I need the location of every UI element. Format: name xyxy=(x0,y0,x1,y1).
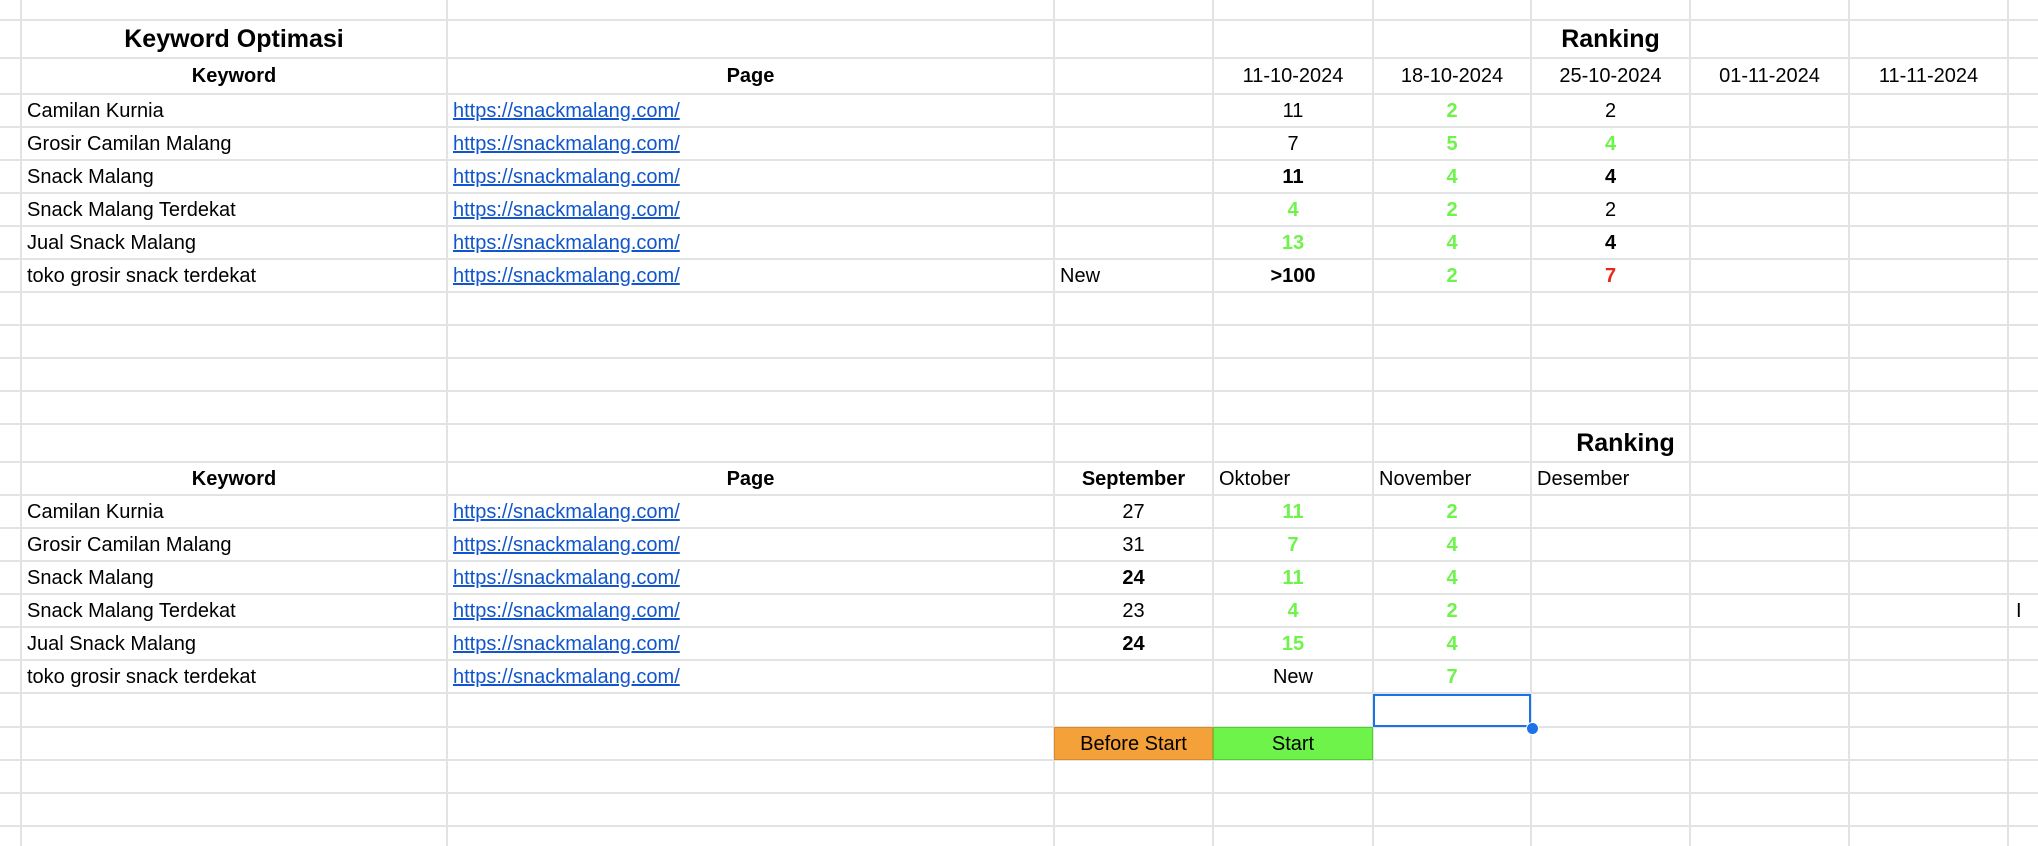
weekly-rank-cell[interactable]: 2 xyxy=(1531,94,1690,127)
weekly-rank-cell[interactable]: 11 xyxy=(1213,160,1373,193)
weekly-page-link[interactable]: https://snackmalang.com/ xyxy=(447,94,1054,127)
monthly-keyword-cell[interactable]: Grosir Camilan Malang xyxy=(21,528,447,561)
monthly-page-link[interactable]: https://snackmalang.com/ xyxy=(447,561,1054,594)
weekly-date-header[interactable]: 11-10-2024 xyxy=(1213,58,1373,94)
weekly-rank-cell[interactable]: 2 xyxy=(1373,193,1531,226)
weekly-page-link[interactable]: https://snackmalang.com/ xyxy=(447,226,1054,259)
weekly-keyword-cell[interactable]: Jual Snack Malang xyxy=(21,226,447,259)
monthly-page-link[interactable]: https://snackmalang.com/ xyxy=(447,594,1054,627)
monthly-rank-cell[interactable]: 11 xyxy=(1213,495,1373,528)
monthly-keyword-cell[interactable]: Snack Malang xyxy=(21,561,447,594)
weekly-rank-cell[interactable]: 4 xyxy=(1373,226,1531,259)
monthly-rank-cell[interactable]: 4 xyxy=(1213,594,1373,627)
weekly-keyword-header[interactable]: Keyword xyxy=(21,58,447,94)
active-cell-selection[interactable] xyxy=(1373,694,1531,727)
weekly-rank-cell[interactable]: 2 xyxy=(1531,193,1690,226)
monthly-rank-cell[interactable]: 2 xyxy=(1373,594,1531,627)
weekly-page-header[interactable]: Page xyxy=(447,58,1054,94)
grid-row-line xyxy=(0,792,2038,794)
weekly-date-header[interactable]: 18-10-2024 xyxy=(1373,58,1531,94)
weekly-keyword-cell[interactable]: Camilan Kurnia xyxy=(21,94,447,127)
weekly-rank-cell[interactable]: 7 xyxy=(1531,259,1690,292)
monthly-keyword-header[interactable]: Keyword xyxy=(21,462,447,495)
monthly-rank-cell[interactable]: 2 xyxy=(1373,495,1531,528)
weekly-rank-cell[interactable]: 7 xyxy=(1213,127,1373,160)
start-legend[interactable]: Start xyxy=(1213,727,1373,760)
grid-row-line xyxy=(0,390,2038,392)
monthly-rank-cell[interactable]: 27 xyxy=(1054,495,1213,528)
weekly-rank-cell[interactable]: 5 xyxy=(1373,127,1531,160)
monthly-page-link[interactable]: https://snackmalang.com/ xyxy=(447,627,1054,660)
monthly-rank-cell[interactable]: 7 xyxy=(1373,660,1531,693)
grid-row-line xyxy=(0,726,2038,728)
monthly-rank-cell[interactable]: 11 xyxy=(1213,561,1373,594)
weekly-rank-cell[interactable]: 2 xyxy=(1373,259,1531,292)
weekly-rank-cell[interactable]: 11 xyxy=(1213,94,1373,127)
weekly-rank-cell[interactable]: 13 xyxy=(1213,226,1373,259)
monthly-rank-cell[interactable]: 4 xyxy=(1373,528,1531,561)
monthly-page-header[interactable]: Page xyxy=(447,462,1054,495)
monthly-rank-cell[interactable]: 24 xyxy=(1054,561,1213,594)
weekly-page-link[interactable]: https://snackmalang.com/ xyxy=(447,193,1054,226)
monthly-keyword-cell[interactable]: Snack Malang Terdekat xyxy=(21,594,447,627)
weekly-keyword-cell[interactable]: Snack Malang Terdekat xyxy=(21,193,447,226)
monthly-rank-cell[interactable]: New xyxy=(1213,660,1373,693)
weekly-date-header[interactable]: 11-11-2024 xyxy=(1849,58,2008,94)
grid-row-line xyxy=(0,825,2038,827)
grid-row-line xyxy=(0,357,2038,359)
monthly-month-header[interactable]: Desember xyxy=(1531,462,1690,495)
fill-handle[interactable] xyxy=(1526,722,1539,735)
monthly-rank-cell[interactable]: 7 xyxy=(1213,528,1373,561)
weekly-table-title[interactable]: Keyword Optimasi xyxy=(21,20,447,58)
weekly-rank-cell[interactable]: 4 xyxy=(1531,226,1690,259)
weekly-keyword-cell[interactable]: toko grosir snack terdekat xyxy=(21,259,447,292)
before-start-legend[interactable]: Before Start xyxy=(1054,727,1213,760)
weekly-note-cell[interactable]: New xyxy=(1054,259,1213,292)
weekly-page-link[interactable]: https://snackmalang.com/ xyxy=(447,160,1054,193)
weekly-rank-cell[interactable]: 4 xyxy=(1373,160,1531,193)
spreadsheet-grid[interactable]: Keyword Optimasi Ranking Keyword Page 11-10-… xyxy=(0,0,2038,846)
monthly-keyword-cell[interactable]: toko grosir snack terdekat xyxy=(21,660,447,693)
monthly-month-header[interactable]: November xyxy=(1373,462,1531,495)
monthly-keyword-cell[interactable]: Jual Snack Malang xyxy=(21,627,447,660)
weekly-keyword-cell[interactable]: Snack Malang xyxy=(21,160,447,193)
weekly-rank-cell[interactable]: 2 xyxy=(1373,94,1531,127)
monthly-rank-cell[interactable]: 31 xyxy=(1054,528,1213,561)
grid-row-line xyxy=(0,759,2038,761)
monthly-page-link[interactable]: https://snackmalang.com/ xyxy=(447,495,1054,528)
stray-cell-text[interactable]: I xyxy=(2008,594,2038,627)
monthly-month-header[interactable]: Oktober xyxy=(1213,462,1373,495)
weekly-page-link[interactable]: https://snackmalang.com/ xyxy=(447,127,1054,160)
grid-row-line xyxy=(0,324,2038,326)
monthly-month-header[interactable]: September xyxy=(1054,462,1213,495)
monthly-rank-cell[interactable]: 24 xyxy=(1054,627,1213,660)
weekly-rank-cell[interactable]: >100 xyxy=(1213,259,1373,292)
weekly-ranking-title[interactable]: Ranking xyxy=(1213,20,2008,58)
weekly-date-header[interactable]: 25-10-2024 xyxy=(1531,58,1690,94)
weekly-rank-cell[interactable]: 4 xyxy=(1213,193,1373,226)
weekly-page-link[interactable]: https://snackmalang.com/ xyxy=(447,259,1054,292)
weekly-date-header[interactable]: 01-11-2024 xyxy=(1690,58,1849,94)
monthly-rank-cell[interactable]: 4 xyxy=(1373,627,1531,660)
monthly-page-link[interactable]: https://snackmalang.com/ xyxy=(447,660,1054,693)
weekly-rank-cell[interactable]: 4 xyxy=(1531,160,1690,193)
monthly-keyword-cell[interactable]: Camilan Kurnia xyxy=(21,495,447,528)
monthly-rank-cell[interactable]: 15 xyxy=(1213,627,1373,660)
weekly-rank-cell[interactable]: 4 xyxy=(1531,127,1690,160)
monthly-ranking-title[interactable]: Ranking xyxy=(1198,424,2038,462)
monthly-rank-cell[interactable]: 23 xyxy=(1054,594,1213,627)
monthly-page-link[interactable]: https://snackmalang.com/ xyxy=(447,528,1054,561)
weekly-keyword-cell[interactable]: Grosir Camilan Malang xyxy=(21,127,447,160)
monthly-rank-cell[interactable]: 4 xyxy=(1373,561,1531,594)
